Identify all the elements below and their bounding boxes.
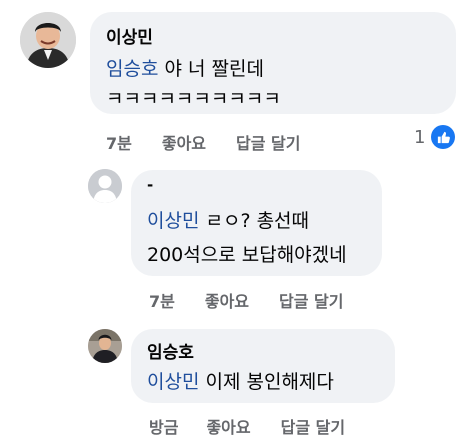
mention-link[interactable]: 임승호 <box>106 58 158 80</box>
reply-timestamp[interactable]: 방금 <box>149 414 178 438</box>
reply-author[interactable]: - <box>147 176 153 194</box>
comment-text-line: 임승호 야 너 짤린데 <box>106 54 264 81</box>
comment-text-line: ㅋㅋㅋㅋㅋㅋㅋㅋㅋㅋ <box>106 88 281 110</box>
like-button[interactable]: 좋아요 <box>206 414 250 438</box>
avatar-im-seungho[interactable] <box>88 329 122 363</box>
reply-author[interactable]: 임승호 <box>147 338 194 363</box>
reply-bubble: - 이상민 ㄹㅇ? 총선때 200석으로 보답해야겠네 <box>131 170 382 276</box>
reply-text: ㄹㅇ? 총선때 <box>199 210 310 232</box>
profile-photo-icon <box>20 12 76 68</box>
like-button[interactable]: 좋아요 <box>205 288 249 312</box>
reply-button[interactable]: 답글 달기 <box>281 414 345 438</box>
reply-text-line: 이상민 이제 봉인해제다 <box>147 367 334 394</box>
reply-text: 이제 봉인해제다 <box>199 371 334 393</box>
reaction-summary[interactable]: 1 <box>414 125 456 149</box>
avatar-default[interactable] <box>88 169 122 203</box>
reply-text-line: 200석으로 보답해야겠네 <box>147 244 347 266</box>
reply-actions: 방금 좋아요 답글 달기 <box>149 414 345 438</box>
comment-actions: 7분 좋아요 답글 달기 <box>106 130 300 154</box>
reply-text-line: 이상민 ㄹㅇ? 총선때 <box>147 206 309 233</box>
like-button[interactable]: 좋아요 <box>162 130 206 154</box>
avatar-lee-sangmin[interactable] <box>20 12 76 68</box>
mention-link[interactable]: 이상민 <box>147 210 199 232</box>
reaction-count: 1 <box>414 126 426 148</box>
profile-photo-icon <box>88 329 122 363</box>
mention-link[interactable]: 이상민 <box>147 371 199 393</box>
reply-button[interactable]: 답글 달기 <box>279 288 343 312</box>
default-profile-icon <box>88 169 122 203</box>
comment-author[interactable]: 이상민 <box>106 23 153 48</box>
reply-timestamp[interactable]: 7분 <box>149 288 175 312</box>
comment-text: 야 너 짤린데 <box>158 58 264 80</box>
reply-actions: 7분 좋아요 답글 달기 <box>149 288 343 312</box>
comment-timestamp[interactable]: 7분 <box>106 130 132 154</box>
comment-bubble: 이상민 임승호 야 너 짤린데 ㅋㅋㅋㅋㅋㅋㅋㅋㅋㅋ <box>90 12 456 114</box>
thumbs-up-icon <box>431 125 456 149</box>
reply-bubble: 임승호 이상민 이제 봉인해제다 <box>131 329 395 403</box>
reply-button[interactable]: 답글 달기 <box>236 130 300 154</box>
